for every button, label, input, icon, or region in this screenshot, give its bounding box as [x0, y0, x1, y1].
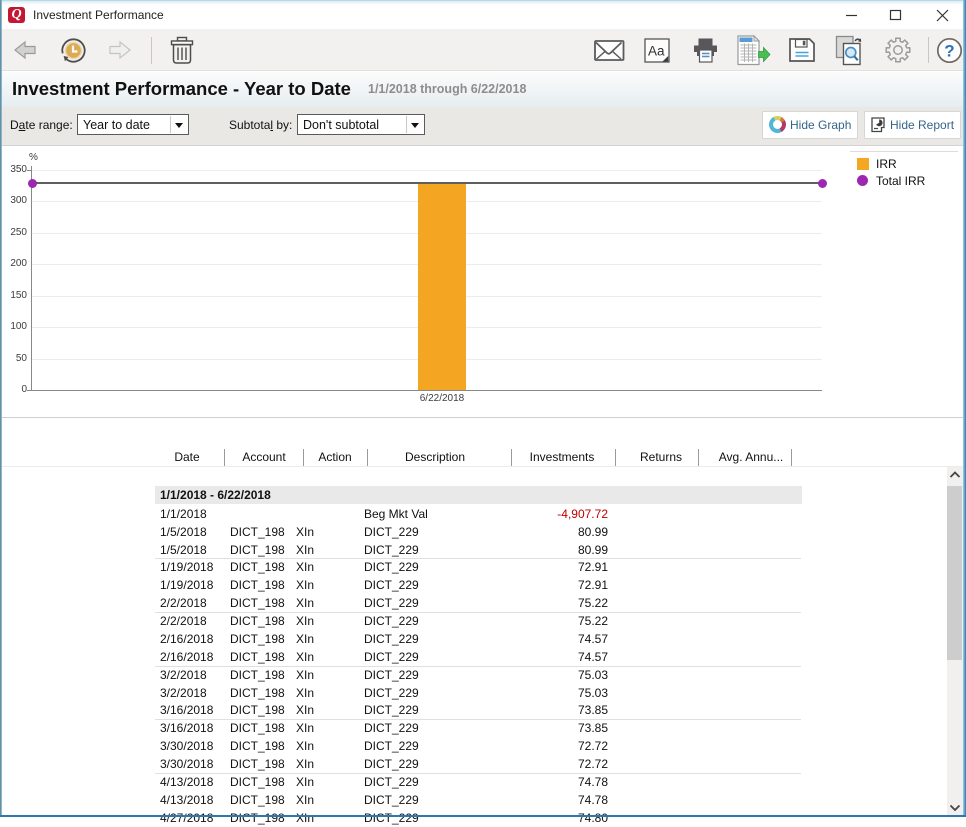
- svg-text:Aa: Aa: [648, 44, 665, 59]
- svg-text:?: ?: [944, 42, 954, 61]
